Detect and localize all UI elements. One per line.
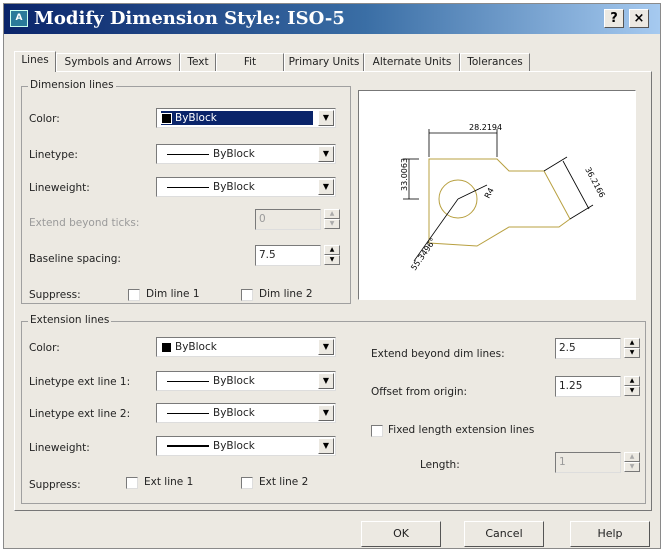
dimension-preview: 28.2194 33.0063 36.2166 R4 55.3496° [358, 90, 636, 300]
spin-down-icon[interactable]: ▼ [624, 348, 640, 358]
tab-primary-units[interactable]: Primary Units [284, 53, 364, 71]
dim-line-1-label[interactable]: Dim line 1 [146, 288, 200, 300]
title-bar[interactable]: A Modify Dimension Style: ISO-5 ? × [4, 4, 660, 34]
dim-lineweight-select[interactable]: ByBlock ▼ [156, 177, 336, 197]
ext-lineweight-select[interactable]: ByBlock ▼ [156, 436, 336, 456]
spin-up-icon[interactable]: ▲ [624, 338, 640, 348]
baseline-spacing-spinner[interactable]: 7.5 ▲ ▼ [255, 245, 340, 266]
dimension-lines-legend: Dimension lines [28, 79, 116, 91]
extension-lines-legend: Extension lines [28, 314, 112, 326]
dialog-title: Modify Dimension Style: ISO-5 [34, 8, 345, 29]
fixed-length-checkbox[interactable] [371, 425, 383, 437]
line-sample-icon [167, 412, 209, 414]
preview-dim-left: 33.0063 [400, 158, 409, 191]
tab-alternate-units[interactable]: Alternate Units [364, 53, 460, 71]
offset-from-origin-spinner[interactable]: 1.25 ▲ ▼ [555, 376, 640, 397]
ext-line-1-checkbox[interactable] [126, 477, 138, 489]
dim-suppress-label: Suppress: [29, 289, 81, 301]
extend-beyond-ticks-label: Extend beyond ticks: [29, 217, 140, 229]
dim-color-value: ByBlock [175, 112, 217, 124]
close-button[interactable]: × [629, 9, 649, 28]
chevron-down-icon[interactable]: ▼ [318, 373, 334, 389]
color-swatch-icon [161, 112, 172, 124]
dim-lineweight-label: Lineweight: [29, 182, 90, 194]
ext-lineweight-label: Lineweight: [29, 442, 90, 454]
ext-linetype-2-value: ByBlock [213, 407, 255, 419]
spin-down-icon[interactable]: ▼ [624, 462, 640, 472]
extend-beyond-dim-lines-input[interactable]: 2.5 [555, 338, 621, 359]
preview-dim-radius: R4 [483, 186, 496, 200]
spin-up-icon[interactable]: ▲ [624, 376, 640, 386]
ext-lineweight-value: ByBlock [213, 440, 255, 452]
ext-color-label: Color: [29, 342, 60, 354]
preview-part-outline [428, 158, 571, 247]
preview-dim-right: 36.2166 [583, 166, 606, 199]
chevron-down-icon[interactable]: ▼ [318, 438, 334, 454]
chevron-down-icon[interactable]: ▼ [318, 110, 334, 126]
modify-dimension-style-dialog: A Modify Dimension Style: ISO-5 ? × Line… [3, 3, 661, 549]
tab-tolerances[interactable]: Tolerances [460, 53, 530, 71]
chevron-down-icon[interactable]: ▼ [318, 179, 334, 195]
chevron-down-icon[interactable]: ▼ [318, 405, 334, 421]
help-title-button[interactable]: ? [604, 9, 624, 28]
spin-up-icon[interactable]: ▲ [324, 245, 340, 255]
ext-line-2-checkbox[interactable] [241, 477, 253, 489]
extend-beyond-ticks-spinner[interactable]: 0 ▲ ▼ [255, 209, 340, 230]
ext-suppress-label: Suppress: [29, 479, 81, 491]
color-swatch-icon [161, 341, 172, 353]
preview-drawing: 28.2194 33.0063 36.2166 R4 55.3496° [400, 123, 607, 273]
extend-beyond-dim-lines-spinner[interactable]: 2.5 ▲ ▼ [555, 338, 640, 359]
ext-linetype-1-label: Linetype ext line 1: [29, 376, 131, 388]
ext-line-1-label[interactable]: Ext line 1 [144, 476, 193, 488]
extend-beyond-dim-lines-label: Extend beyond dim lines: [371, 348, 505, 360]
dim-linetype-select[interactable]: ByBlock ▼ [156, 144, 336, 164]
dim-lineweight-value: ByBlock [213, 181, 255, 193]
ok-button[interactable]: OK [361, 521, 441, 547]
chevron-down-icon[interactable]: ▼ [318, 339, 334, 355]
tab-symbols-and-arrows[interactable]: Symbols and Arrows [56, 53, 180, 71]
length-input[interactable]: 1 [555, 452, 621, 473]
ext-color-select[interactable]: ByBlock ▼ [156, 337, 336, 357]
tab-text[interactable]: Text [180, 53, 216, 71]
baseline-spacing-input[interactable]: 7.5 [255, 245, 321, 266]
baseline-spacing-label: Baseline spacing: [29, 253, 121, 265]
offset-from-origin-input[interactable]: 1.25 [555, 376, 621, 397]
spin-down-icon[interactable]: ▼ [624, 386, 640, 396]
dimension-style-app-icon: A [10, 10, 28, 27]
spin-up-icon[interactable]: ▲ [624, 452, 640, 462]
dim-color-select[interactable]: ByBlock ▼ [156, 108, 336, 128]
ext-color-value: ByBlock [175, 341, 217, 353]
offset-from-origin-label: Offset from origin: [371, 386, 468, 398]
dim-color-label: Color: [29, 113, 60, 125]
ext-linetype-2-select[interactable]: ByBlock ▼ [156, 403, 336, 423]
line-sample-icon [167, 153, 209, 155]
tab-lines[interactable]: Lines [14, 51, 56, 72]
tab-fit[interactable]: Fit [216, 53, 284, 71]
chevron-down-icon[interactable]: ▼ [318, 146, 334, 162]
preview-dim-angle: 55.3496° [409, 237, 438, 273]
ext-linetype-1-value: ByBlock [213, 375, 255, 387]
spin-down-icon[interactable]: ▼ [324, 219, 340, 229]
ext-linetype-1-select[interactable]: ByBlock ▼ [156, 371, 336, 391]
fixed-length-label[interactable]: Fixed length extension lines [388, 424, 534, 436]
spin-up-icon[interactable]: ▲ [324, 209, 340, 219]
cancel-button[interactable]: Cancel [464, 521, 544, 547]
ext-linetype-2-label: Linetype ext line 2: [29, 408, 131, 420]
spin-down-icon[interactable]: ▼ [324, 255, 340, 265]
length-spinner[interactable]: 1 ▲ ▼ [555, 452, 640, 473]
extend-beyond-ticks-input[interactable]: 0 [255, 209, 321, 230]
line-sample-icon [167, 380, 209, 382]
dim-linetype-value: ByBlock [213, 148, 255, 160]
dim-line-1-checkbox[interactable] [128, 289, 140, 301]
preview-dim-top: 28.2194 [469, 123, 502, 132]
help-button[interactable]: Help [570, 521, 650, 547]
line-sample-icon [167, 186, 209, 188]
dim-line-2-checkbox[interactable] [241, 289, 253, 301]
line-sample-icon [167, 445, 209, 447]
ext-line-2-label[interactable]: Ext line 2 [259, 476, 308, 488]
dim-line-2-label[interactable]: Dim line 2 [259, 288, 313, 300]
length-label: Length: [420, 459, 460, 471]
dim-linetype-label: Linetype: [29, 149, 78, 161]
